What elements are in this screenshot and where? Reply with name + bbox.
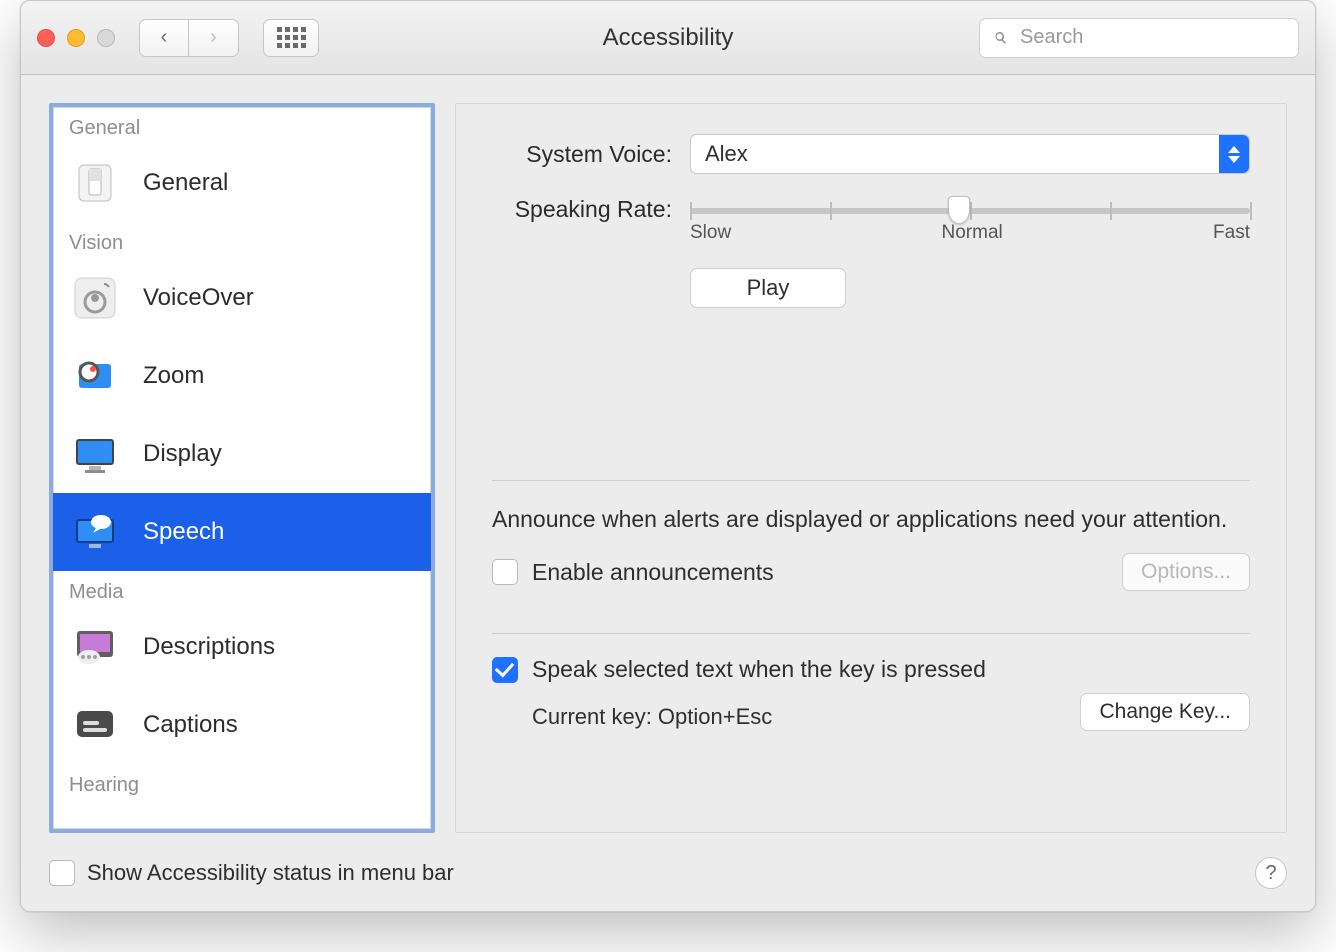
options-button: Options... (1122, 553, 1250, 591)
show-all-button[interactable] (263, 19, 319, 57)
back-button[interactable]: ‹ (139, 19, 189, 57)
sidebar-section-hearing: Hearing (53, 764, 431, 801)
accessibility-window: ‹ › Accessibility General (20, 0, 1316, 912)
announce-description: Announce when alerts are displayed or ap… (492, 503, 1250, 535)
footer: Show Accessibility status in menu bar ? (21, 843, 1315, 911)
speak-selected-label: Speak selected text when the key is pres… (532, 656, 986, 683)
sidebar-item-label: Zoom (143, 362, 204, 390)
sidebar-item-label: Speech (143, 518, 224, 546)
slider-tick-labels: Slow Normal Fast (690, 222, 1250, 244)
chevron-right-icon: › (210, 26, 217, 49)
show-status-label: Show Accessibility status in menu bar (87, 860, 454, 886)
search-icon (992, 29, 1010, 47)
sidebar-item-label: Display (143, 440, 222, 468)
speech-icon (67, 504, 123, 560)
speaking-rate-label: Speaking Rate: (492, 192, 672, 223)
change-key-button[interactable]: Change Key... (1080, 693, 1250, 731)
sidebar-item-voiceover[interactable]: VoiceOver (53, 259, 431, 337)
speak-selected-checkbox[interactable] (492, 657, 518, 683)
slider-slow-label: Slow (690, 222, 731, 244)
titlebar: ‹ › Accessibility (21, 1, 1315, 75)
switch-icon (67, 155, 123, 211)
enable-announcements-label: Enable announcements (532, 559, 774, 586)
select-stepper-icon (1219, 135, 1249, 173)
sidebar-item-zoom[interactable]: Zoom (53, 337, 431, 415)
system-voice-value: Alex (705, 141, 748, 167)
nav-buttons: ‹ › (139, 19, 239, 57)
captions-icon (67, 697, 123, 753)
enable-announcements-checkbox[interactable] (492, 559, 518, 585)
show-status-checkbox[interactable] (49, 860, 75, 886)
sidebar-item-general[interactable]: General (53, 144, 431, 222)
sidebar-item-label: Descriptions (143, 633, 275, 661)
search-field[interactable] (979, 18, 1299, 58)
sidebar-item-speech[interactable]: Speech (53, 493, 431, 571)
sidebar-item-display[interactable]: Display (53, 415, 431, 493)
sidebar-section-general: General (53, 107, 431, 144)
slider-thumb[interactable] (948, 196, 970, 224)
play-button[interactable]: Play (690, 268, 846, 308)
grid-icon (277, 27, 306, 48)
sidebar-section-vision: Vision (53, 222, 431, 259)
body: General General Vision VoiceOver Zoom (21, 75, 1315, 843)
sidebar-item-captions[interactable]: Captions (53, 686, 431, 764)
content-panel: System Voice: Alex Speaking Rate: (455, 103, 1287, 833)
maximize-button (97, 29, 115, 47)
sidebar-item-descriptions[interactable]: Descriptions (53, 608, 431, 686)
traffic-lights (37, 29, 115, 47)
close-button[interactable] (37, 29, 55, 47)
display-icon (67, 426, 123, 482)
sidebar-section-media: Media (53, 571, 431, 608)
chevron-left-icon: ‹ (161, 26, 168, 49)
slider-fast-label: Fast (1213, 222, 1250, 244)
zoom-icon (67, 348, 123, 404)
voiceover-icon (67, 270, 123, 326)
search-input[interactable] (1020, 26, 1286, 49)
help-button[interactable]: ? (1255, 857, 1287, 889)
slider-normal-label: Normal (942, 222, 1003, 244)
speaking-rate-slider[interactable]: Slow Normal Fast (690, 192, 1250, 244)
sidebar-item-label: General (143, 169, 228, 197)
system-voice-label: System Voice: (492, 141, 672, 168)
current-key-text: Current key: Option+Esc (532, 704, 772, 730)
divider (492, 480, 1250, 481)
system-voice-select[interactable]: Alex (690, 134, 1250, 174)
sidebar-item-label: Captions (143, 711, 238, 739)
minimize-button[interactable] (67, 29, 85, 47)
sidebar-item-label: VoiceOver (143, 284, 254, 312)
forward-button: › (189, 19, 239, 57)
descriptions-icon (67, 619, 123, 675)
sidebar[interactable]: General General Vision VoiceOver Zoom (49, 103, 435, 833)
divider (492, 633, 1250, 634)
